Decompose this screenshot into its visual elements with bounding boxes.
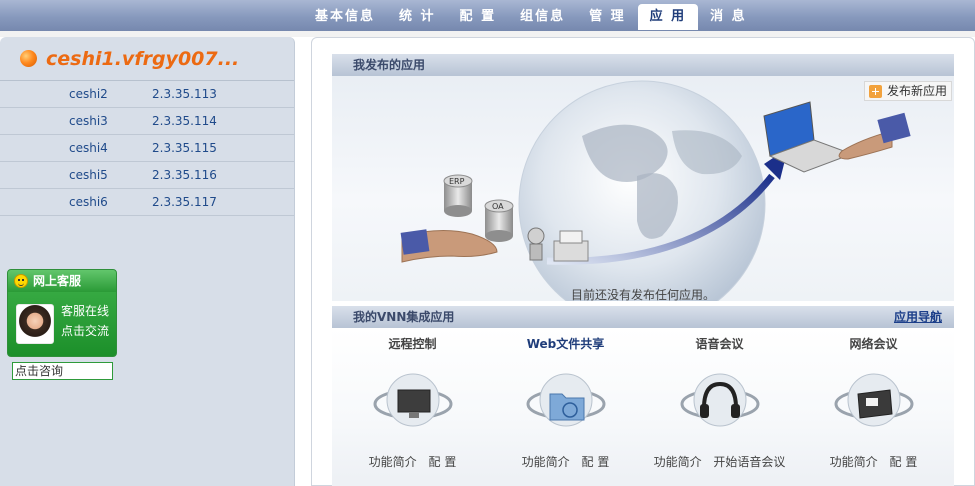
app-web-conference[interactable]: 网络会议 功能简介 配 置: [796, 328, 951, 478]
node-ip: 2.3.35.114: [152, 114, 217, 128]
node-row[interactable]: ceshi4 2.3.35.115: [0, 135, 294, 162]
top-navigation-bar: 基本信息 统 计 配 置 组信息 管 理 应 用 消 息: [0, 0, 975, 37]
config-link[interactable]: 配 置: [890, 455, 918, 469]
node-ip: 2.3.35.113: [152, 87, 217, 101]
publish-new-app-label: 发布新应用: [886, 84, 947, 98]
app-links: 功能简介 配 置: [335, 453, 490, 470]
feature-intro-link[interactable]: 功能简介: [654, 455, 702, 469]
published-apps-illustration: ERP OA 发布新应用 目前还没有发布任何应用。: [332, 76, 954, 301]
plus-icon: [868, 85, 882, 98]
tab-config[interactable]: 配 置: [448, 4, 509, 30]
node-ip: 2.3.35.115: [152, 141, 217, 155]
status-dot-icon: [20, 50, 37, 67]
app-links: 功能简介 开始语音会议: [642, 453, 797, 470]
tab-messages[interactable]: 消 息: [698, 4, 759, 30]
node-name[interactable]: ceshi4: [69, 135, 108, 162]
service-body[interactable]: 客服在线 点击交流: [13, 298, 113, 350]
feature-intro-link[interactable]: 功能简介: [369, 455, 417, 469]
current-node-title: ceshi1.vfrgy007...: [46, 47, 240, 70]
globe-network-illustration: ERP OA: [400, 80, 911, 301]
node-row[interactable]: ceshi6 2.3.35.117: [0, 189, 294, 216]
app-title[interactable]: Web文件共享: [488, 335, 643, 352]
service-title: 网上客服: [8, 270, 116, 292]
app-title[interactable]: 远程控制: [335, 335, 490, 352]
app-navigation-link[interactable]: 应用导航: [894, 306, 942, 328]
consult-button[interactable]: 点击咨询: [12, 362, 113, 380]
app-title[interactable]: 语音会议: [642, 335, 797, 352]
node-row[interactable]: ceshi3 2.3.35.114: [0, 108, 294, 135]
erp-server-icon: ERP: [443, 174, 473, 217]
node-name[interactable]: ceshi3: [69, 108, 108, 135]
no-apps-note: 目前还没有发布任何应用。: [570, 288, 715, 301]
tab-statistics[interactable]: 统 计: [387, 4, 448, 30]
app-links: 功能简介 配 置: [488, 453, 643, 470]
tab-applications[interactable]: 应 用: [637, 4, 699, 30]
tab-group-info[interactable]: 组信息: [508, 4, 577, 30]
config-link[interactable]: 配 置: [582, 455, 610, 469]
sidebar-header: ceshi1.vfrgy007...: [0, 37, 294, 81]
main-nav: 基本信息 统 计 配 置 组信息 管 理 应 用 消 息: [303, 4, 759, 31]
tab-basic-info[interactable]: 基本信息: [303, 4, 387, 30]
app-remote-control[interactable]: 远程控制 功能简介 配 置: [335, 328, 490, 478]
feature-intro-link[interactable]: 功能简介: [830, 455, 878, 469]
oa-server-icon: OA: [484, 199, 514, 242]
folder-globe-icon[interactable]: [524, 368, 608, 438]
node-name[interactable]: ceshi2: [69, 81, 108, 108]
node-row[interactable]: ceshi2 2.3.35.113: [0, 81, 294, 108]
sidebar: ceshi1.vfrgy007... ceshi2 2.3.35.113 cesh…: [0, 37, 295, 486]
monitor-icon[interactable]: [371, 368, 455, 438]
start-voice-conference-link[interactable]: 开始语音会议: [713, 455, 785, 469]
svg-text:ERP: ERP: [449, 177, 465, 186]
node-ip: 2.3.35.116: [152, 168, 217, 182]
published-apps-title: 我发布的应用: [353, 58, 426, 72]
integrated-apps-grid: 远程控制 功能简介 配 置 Web文件共享 功能简介 配 置 语音会议 功能简介…: [332, 328, 954, 478]
tab-manage[interactable]: 管 理: [577, 4, 638, 30]
app-voice-conference[interactable]: 语音会议 功能简介 开始语音会议: [642, 328, 797, 478]
config-link[interactable]: 配 置: [429, 455, 457, 469]
publish-new-app-button[interactable]: 发布新应用: [863, 81, 952, 101]
presentation-board-icon[interactable]: [832, 368, 916, 438]
node-row[interactable]: ceshi5 2.3.35.116: [0, 162, 294, 189]
main-panel: 我发布的应用 ERP OA 发布新应用 目前还没有发布任何应用。 我的VNN集成…: [311, 37, 975, 486]
node-name[interactable]: ceshi6: [69, 189, 108, 216]
integrated-apps-header: 我的VNN集成应用 应用导航: [332, 306, 954, 328]
app-web-file-share[interactable]: Web文件共享 功能简介 配 置: [488, 328, 643, 478]
service-title-text: 网上客服: [33, 274, 82, 288]
service-online-text: 客服在线: [61, 304, 110, 318]
smiley-icon: [14, 274, 28, 288]
app-title[interactable]: 网络会议: [796, 335, 951, 352]
agent-avatar: [16, 304, 54, 344]
service-chat-link[interactable]: 点击交流: [61, 322, 109, 339]
online-service-widget[interactable]: 网上客服 客服在线 点击交流: [7, 269, 117, 357]
svg-text:OA: OA: [492, 202, 504, 211]
headset-icon[interactable]: [678, 368, 762, 438]
feature-intro-link[interactable]: 功能简介: [522, 455, 570, 469]
node-ip: 2.3.35.117: [152, 195, 217, 209]
node-name[interactable]: ceshi5: [69, 162, 108, 189]
published-apps-header: 我发布的应用: [332, 54, 954, 76]
panel-bottom-strip: [332, 478, 954, 486]
integrated-apps-title: 我的VNN集成应用: [353, 310, 455, 324]
app-links: 功能简介 配 置: [796, 453, 951, 470]
